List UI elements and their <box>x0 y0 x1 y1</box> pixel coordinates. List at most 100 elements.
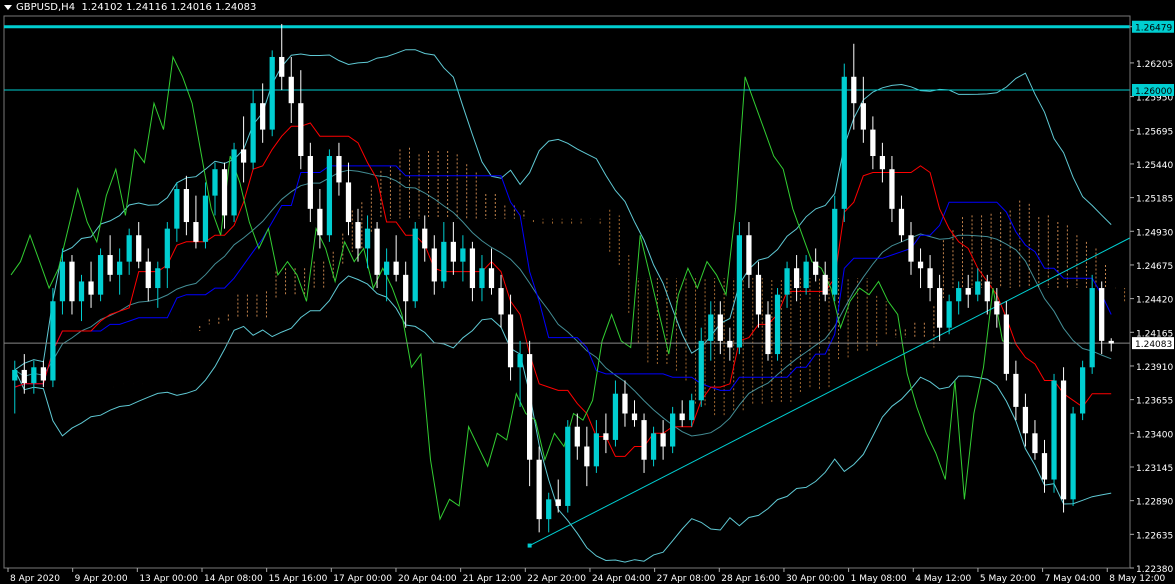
candle-body <box>1022 406 1029 434</box>
candle-body <box>1070 413 1076 500</box>
candle-body <box>650 433 657 460</box>
candle-body <box>736 235 743 348</box>
candle-body <box>279 56 285 77</box>
candle-body <box>1099 288 1105 341</box>
candle-body <box>1013 373 1019 407</box>
candle-body <box>641 420 647 460</box>
time-tick-label: 20 Apr 04:00 <box>398 574 457 584</box>
candle-body <box>336 156 342 183</box>
price-tick-label: 1.23145 <box>1136 464 1173 474</box>
candle-body <box>994 301 1000 315</box>
candle-body <box>231 149 237 216</box>
candle-body <box>88 281 94 295</box>
candle-body <box>40 367 46 381</box>
candle-body <box>145 261 151 289</box>
candle-body <box>59 261 66 302</box>
candle-body <box>670 413 676 447</box>
candle-body <box>412 228 418 302</box>
candle-body <box>155 268 161 289</box>
tenkan-line <box>14 122 1112 457</box>
candle-body <box>117 261 123 275</box>
price-tag-label: 1.24083 <box>1135 340 1172 350</box>
candle-body <box>460 248 466 262</box>
candle-body <box>488 268 495 289</box>
chart-window[interactable]: 1.264791.262051.259501.256951.254401.251… <box>0 0 1175 584</box>
candle-body <box>965 288 971 295</box>
candle-body <box>536 459 542 520</box>
time-tick-label: 13 Apr 00:00 <box>139 574 198 584</box>
candle-body <box>603 433 609 440</box>
candle-body <box>803 261 809 289</box>
candle-body <box>298 103 304 157</box>
time-tick-label: 22 Apr 20:00 <box>527 574 586 584</box>
price-tag-label: 1.26479 <box>1135 24 1172 34</box>
candle-body <box>574 426 580 447</box>
candle-body <box>565 426 571 506</box>
candle-body <box>193 222 199 242</box>
candle-body <box>527 354 533 460</box>
candle-body <box>631 413 638 421</box>
candle-body <box>221 169 228 216</box>
candle-body <box>546 499 552 520</box>
candle-body <box>793 268 800 289</box>
candle-body <box>383 261 390 275</box>
candle-body <box>584 446 590 467</box>
time-tick-label: 7 May 04:00 <box>1045 574 1101 584</box>
candle-body <box>851 76 857 104</box>
price-tick-label: 1.24675 <box>1136 262 1173 272</box>
candle-body <box>936 288 943 328</box>
candle-body <box>860 103 866 130</box>
candle-body <box>21 369 27 384</box>
candle-body <box>717 314 723 341</box>
candle-body <box>1108 340 1114 344</box>
trendline[interactable] <box>529 237 1131 546</box>
symbol-header: GBPUSD,H4 1.24102 1.24116 1.24016 1.2408… <box>4 2 256 13</box>
candle-body <box>1089 288 1095 368</box>
candle-body <box>1060 380 1067 500</box>
candle-body <box>555 499 561 506</box>
candle-body <box>612 393 619 440</box>
price-tick-label: 1.24930 <box>1136 228 1173 238</box>
ohlc-values: 1.24102 1.24116 1.24016 1.24083 <box>81 2 257 13</box>
trendline-anchor-start[interactable] <box>527 543 532 548</box>
candle-body <box>1041 453 1048 480</box>
candle-body <box>240 149 247 163</box>
candle-body <box>202 195 209 242</box>
candle-body <box>469 248 476 289</box>
price-tick-label: 1.25185 <box>1136 195 1173 205</box>
time-tick-label: 8 Apr 2020 <box>10 574 60 584</box>
candle-body <box>746 235 752 275</box>
candle-body <box>1080 367 1086 414</box>
price-tick-label: 1.23910 <box>1136 363 1173 373</box>
candle-body <box>403 274 409 302</box>
candle-body <box>479 268 485 289</box>
candle-body <box>593 433 599 467</box>
candle-body <box>898 208 905 236</box>
candle-body <box>355 222 361 249</box>
candle-body <box>393 261 399 275</box>
time-tick-label: 15 Apr 16:00 <box>269 574 328 584</box>
time-tick-label: 30 Apr 00:00 <box>786 574 845 584</box>
candle-body <box>984 281 990 302</box>
price-tag-label: 1.26000 <box>1135 87 1172 97</box>
candle-body <box>450 241 456 262</box>
candle-body <box>269 56 275 130</box>
candle-body <box>698 340 704 401</box>
candle-body <box>832 208 838 295</box>
dropdown-triangle-icon[interactable] <box>4 4 12 10</box>
candle-body <box>250 103 256 163</box>
candle-body <box>917 261 924 269</box>
price-chart[interactable]: 1.264791.262051.259501.256951.254401.251… <box>0 0 1175 584</box>
price-tick-label: 1.22890 <box>1136 498 1173 508</box>
time-tick-label: 8 May 12:00 <box>1109 574 1165 584</box>
candle-body <box>126 235 132 262</box>
price-tick-label: 1.23655 <box>1136 397 1173 407</box>
price-tick-label: 1.24420 <box>1136 296 1173 306</box>
candle-body <box>784 268 790 295</box>
candle-body <box>765 314 771 355</box>
candle-body <box>927 268 933 289</box>
candle-body <box>212 169 218 196</box>
candle-body <box>69 261 75 302</box>
candle-body <box>441 241 447 282</box>
candle-body <box>288 76 294 104</box>
